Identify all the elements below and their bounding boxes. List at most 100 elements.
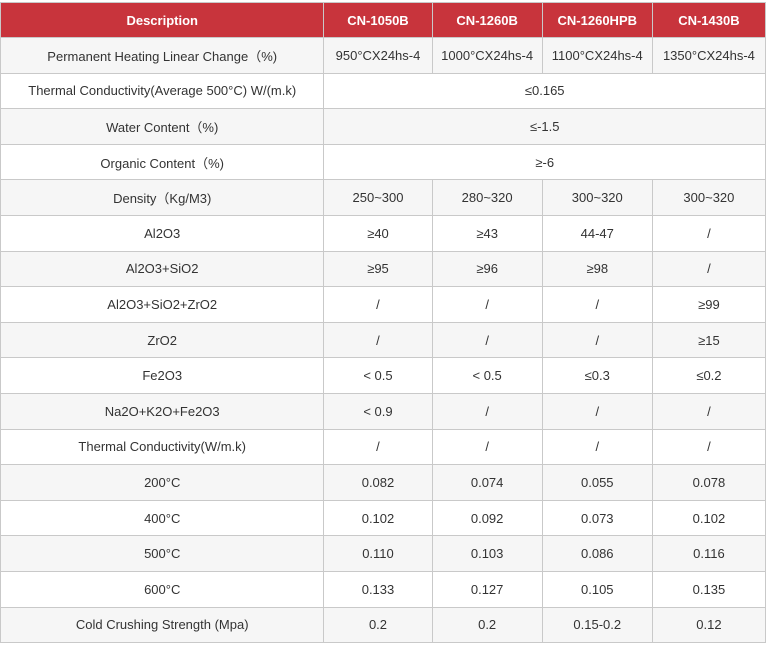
cell-value: 0.103 [431, 535, 543, 572]
cell-value: 280~320 [431, 179, 543, 216]
cell-value: 1000°CX24hs-4 [431, 37, 543, 74]
table-row: 200°C 0.082 0.074 0.055 0.078 [0, 464, 767, 501]
cell-value: / [323, 321, 433, 359]
table-row: Al2O3+SiO2+ZrO2 / / / ≥99 [0, 286, 767, 323]
row-label: Al2O3+SiO2+ZrO2 [0, 286, 325, 323]
cell-value: / [541, 392, 653, 430]
cell-value: 0.12 [651, 606, 767, 644]
cell-value: 1100°CX24hs-4 [541, 37, 653, 74]
header-cn-1050b: CN-1050B [323, 2, 433, 38]
cell-value: ≤0.3 [541, 357, 653, 394]
row-label: Al2O3 [0, 214, 325, 252]
row-label: Al2O3+SiO2 [0, 250, 325, 288]
cell-value: / [431, 321, 543, 359]
table-row: Na2O+K2O+Fe2O3 < 0.9 / / / [0, 392, 767, 430]
cell-value: 0.102 [651, 499, 767, 537]
row-label: 400°C [0, 499, 325, 537]
row-label: 600°C [0, 570, 325, 608]
cell-value: 250~300 [323, 179, 433, 216]
table-row: Al2O3+SiO2 ≥95 ≥96 ≥98 / [0, 250, 767, 288]
cell-value: 0.133 [323, 570, 433, 608]
cell-value: 44-47 [541, 214, 653, 252]
cell-value: / [323, 428, 433, 466]
cell-value: / [541, 321, 653, 359]
cell-value: / [541, 286, 653, 323]
cell-value: 0.110 [323, 535, 433, 572]
row-label: Fe2O3 [0, 357, 325, 394]
table-row: ZrO2 / / / ≥15 [0, 321, 767, 359]
cell-value: < 0.9 [323, 392, 433, 430]
cell-value: 0.2 [431, 606, 543, 644]
cell-value: 0.073 [541, 499, 653, 537]
cell-value: ≥98 [541, 250, 653, 288]
header-description: Description [0, 2, 325, 38]
row-label: 500°C [0, 535, 325, 572]
table-row: 500°C 0.110 0.103 0.086 0.116 [0, 535, 767, 572]
row-label: Cold Crushing Strength (Mpa) [0, 606, 325, 644]
cell-value-merged: ≥-6 [323, 143, 766, 181]
cell-value: ≥43 [431, 214, 543, 252]
cell-value: < 0.5 [431, 357, 543, 394]
table-row: Al2O3 ≥40 ≥43 44-47 / [0, 214, 767, 252]
row-label: ZrO2 [0, 321, 325, 359]
row-label: Organic Content（%) [0, 143, 325, 181]
row-label: Thermal Conductivity(W/m.k) [0, 428, 325, 466]
table-row: Density（Kg/M3) 250~300 280~320 300~320 3… [0, 179, 767, 216]
row-label: Thermal Conductivity(Average 500°C) W/(m… [0, 72, 325, 110]
cell-value: 300~320 [651, 179, 767, 216]
cell-value: / [431, 286, 543, 323]
cell-value: / [651, 392, 767, 430]
cell-value: 0.055 [541, 464, 653, 501]
cell-value: 0.086 [541, 535, 653, 572]
spec-table-header: Description CN-1050B CN-1260B CN-1260HPB… [0, 2, 767, 38]
table-row: Thermal Conductivity(Average 500°C) W/(m… [0, 72, 766, 110]
cell-value: 0.2 [323, 606, 433, 644]
cell-value: 0.092 [431, 499, 543, 537]
cell-value: 0.127 [431, 570, 543, 608]
cell-value: 0.135 [651, 570, 767, 608]
cell-value: ≥15 [651, 321, 767, 359]
cell-value: 0.105 [541, 570, 653, 608]
cell-value: / [651, 428, 767, 466]
cell-value: ≤0.2 [651, 357, 767, 394]
cell-value: ≥40 [323, 214, 433, 252]
cell-value: ≥99 [651, 286, 767, 323]
row-label: Na2O+K2O+Fe2O3 [0, 392, 325, 430]
table-row: Fe2O3 < 0.5 < 0.5 ≤0.3 ≤0.2 [0, 357, 767, 394]
cell-value: / [541, 428, 653, 466]
table-row: Water Content（%) ≤-1.5 [0, 108, 766, 145]
cell-value: 0.116 [651, 535, 767, 572]
row-label: Water Content（%) [0, 108, 325, 145]
cell-value: / [431, 392, 543, 430]
header-cn-1260hpb: CN-1260HPB [541, 2, 653, 38]
cell-value: 0.082 [323, 464, 433, 501]
cell-value: 950°CX24hs-4 [323, 37, 433, 74]
table-row: Permanent Heating Linear Change（%) 950°C… [0, 37, 767, 74]
cell-value: 1350°CX24hs-4 [651, 37, 767, 74]
cell-value-merged: ≤0.165 [323, 72, 766, 110]
cell-value: ≥96 [431, 250, 543, 288]
cell-value: 0.15-0.2 [541, 606, 653, 644]
cell-value: < 0.5 [323, 357, 433, 394]
cell-value: 0.078 [651, 464, 767, 501]
table-row: 400°C 0.102 0.092 0.073 0.102 [0, 499, 767, 537]
row-label: Permanent Heating Linear Change（%) [0, 37, 325, 74]
cell-value: ≥95 [323, 250, 433, 288]
row-label: Density（Kg/M3) [0, 179, 325, 216]
cell-value: / [431, 428, 543, 466]
table-row: Thermal Conductivity(W/m.k) / / / / [0, 428, 767, 466]
header-cn-1260b: CN-1260B [431, 2, 543, 38]
table-row: Organic Content（%) ≥-6 [0, 143, 766, 181]
cell-value-merged: ≤-1.5 [323, 108, 766, 145]
cell-value: / [651, 250, 767, 288]
cell-value: 0.102 [323, 499, 433, 537]
cell-value: / [651, 214, 767, 252]
row-label: 200°C [0, 464, 325, 501]
table-row: Cold Crushing Strength (Mpa) 0.2 0.2 0.1… [0, 606, 767, 644]
cell-value: 0.074 [431, 464, 543, 501]
spec-table-body: Permanent Heating Linear Change（%) 950°C… [0, 37, 767, 644]
header-cn-1430b: CN-1430B [651, 2, 767, 38]
cell-value: 300~320 [541, 179, 653, 216]
table-row: 600°C 0.133 0.127 0.105 0.135 [0, 570, 767, 608]
header-row: Description CN-1050B CN-1260B CN-1260HPB… [0, 2, 767, 38]
